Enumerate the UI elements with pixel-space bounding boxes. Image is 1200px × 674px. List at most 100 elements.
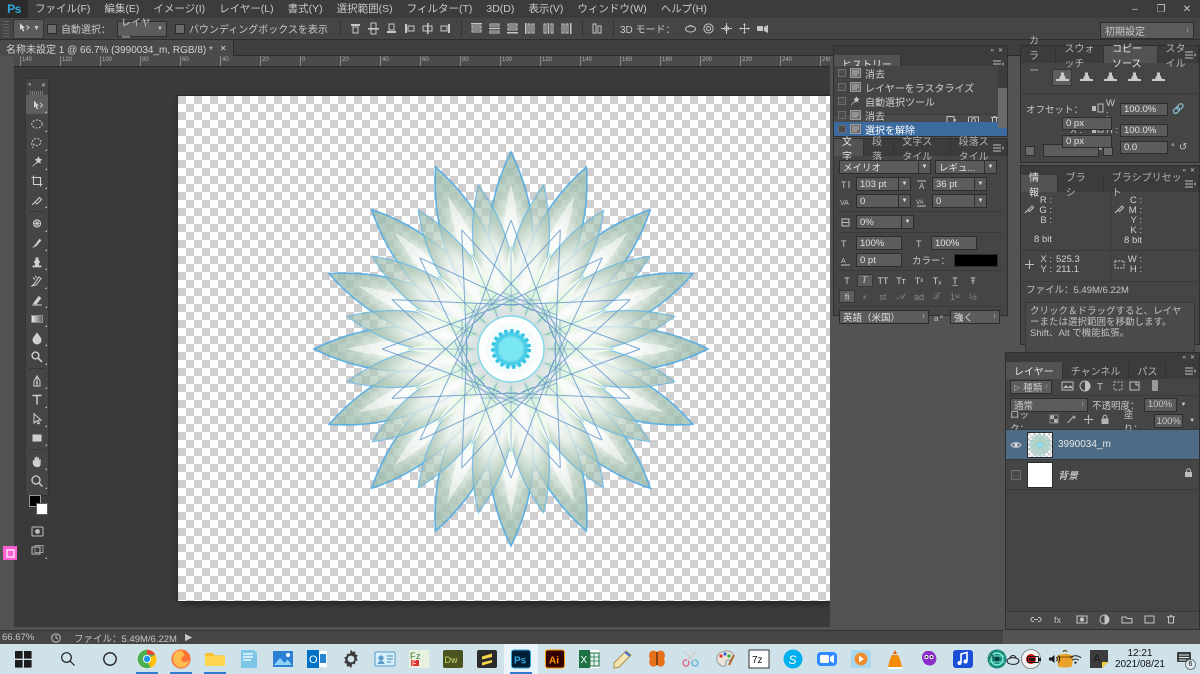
- auto-select-dropdown[interactable]: レイヤー ▼: [116, 18, 167, 44]
- vertical-scale-field[interactable]: 100%: [856, 236, 902, 250]
- scroll-thumb[interactable]: [998, 88, 1007, 128]
- taskbar-sublime-text-button[interactable]: [470, 644, 504, 674]
- menu-item-7[interactable]: 3D(D): [479, 0, 521, 18]
- filter-smart-object-icon[interactable]: [1129, 380, 1141, 395]
- tab-clone-1[interactable]: スウォッチ: [1056, 44, 1105, 70]
- new-group-icon[interactable]: [1121, 614, 1133, 628]
- screen-mode-button[interactable]: [26, 541, 48, 560]
- align-right-edges-button[interactable]: [437, 20, 454, 37]
- hand-tool[interactable]: [26, 452, 48, 471]
- taskbar-file-explorer-button[interactable]: [198, 644, 232, 674]
- lock-all-icon[interactable]: [1100, 414, 1110, 428]
- tab-info-0[interactable]: 情報: [1021, 173, 1058, 199]
- panel-menu-icon[interactable]: [1184, 366, 1196, 376]
- font-style-button-6[interactable]: T̲: [947, 274, 963, 287]
- menu-item-3[interactable]: レイヤー(L): [212, 0, 281, 18]
- font-style-button-5[interactable]: Tₓ: [929, 274, 945, 287]
- new-layer-icon[interactable]: [1144, 614, 1155, 628]
- chevron-down-icon[interactable]: ▼: [901, 216, 913, 228]
- taskbar-ftp-client-button[interactable]: FzF: [402, 644, 436, 674]
- quick-selection-tool[interactable]: [26, 152, 48, 171]
- taskbar-illustrator-button[interactable]: Ai: [538, 644, 572, 674]
- collapse-icon[interactable]: «: [1183, 355, 1186, 361]
- tab-character-0[interactable]: 文字: [834, 137, 865, 163]
- tab-layers-2[interactable]: パス: [1129, 362, 1167, 379]
- tab-info-1[interactable]: ブラシ: [1057, 173, 1104, 199]
- edit-toolbar-button[interactable]: [3, 546, 17, 560]
- distribute-vertical-center-button[interactable]: [486, 20, 503, 37]
- kerning-field[interactable]: 0 ▼: [856, 194, 911, 208]
- font-style-button-2[interactable]: TT: [875, 274, 891, 287]
- chevron-down-icon[interactable]: ▼: [898, 178, 910, 190]
- taskbar-clock[interactable]: 12:21 2021/08/21: [1111, 648, 1169, 670]
- chevron-down-icon[interactable]: ▼: [898, 195, 910, 207]
- path-selection-tool[interactable]: [26, 409, 48, 428]
- taskbar-photoshop-button[interactable]: Ps: [504, 644, 538, 674]
- history-brush-tool[interactable]: [26, 271, 48, 290]
- history-snapshot-checkbox[interactable]: [838, 97, 846, 105]
- clone-y-field[interactable]: 0 px: [1062, 135, 1112, 148]
- 3d-slide-button[interactable]: [736, 20, 753, 37]
- taskbar-media-player-button[interactable]: [844, 644, 878, 674]
- clone-w-field[interactable]: 100.0%: [1120, 102, 1168, 116]
- chevron-down-icon[interactable]: ▼: [974, 195, 986, 207]
- horizontal-scale-field[interactable]: 100%: [931, 236, 977, 250]
- opentype-button-2[interactable]: st: [875, 290, 891, 303]
- baseline-shift-field[interactable]: 0 pt: [856, 253, 902, 267]
- lock-position-icon[interactable]: [1083, 414, 1094, 428]
- taskbar-skype-button[interactable]: S: [776, 644, 810, 674]
- font-style-button-0[interactable]: T: [839, 274, 855, 287]
- options-bar-grip[interactable]: [3, 20, 9, 37]
- layer-row[interactable]: 背景: [1006, 460, 1199, 490]
- history-collapse-bar[interactable]: « ✕: [834, 46, 1007, 55]
- tab-character-2[interactable]: 文字スタイル: [894, 137, 951, 163]
- filter-toggle-switch[interactable]: [1151, 379, 1159, 395]
- taskbar-gimp-button[interactable]: [912, 644, 946, 674]
- leading-field[interactable]: 36 pt ▼: [932, 177, 987, 191]
- clone-source-slot-3[interactable]: [1100, 69, 1120, 86]
- opentype-button-5[interactable]: 𝒯: [929, 290, 945, 303]
- history-item[interactable]: 消去: [834, 66, 1007, 81]
- font-style-button-3[interactable]: Tт: [893, 274, 909, 287]
- clone-source-slot-1[interactable]: [1052, 69, 1072, 86]
- chevron-down-icon[interactable]: ▼: [984, 161, 996, 173]
- clone-source-slot-2[interactable]: [1076, 69, 1096, 86]
- align-bottom-edges-button[interactable]: [383, 20, 400, 37]
- layer-row[interactable]: 3990034_m: [1006, 430, 1199, 460]
- clone-source-slot-5[interactable]: [1148, 69, 1168, 86]
- close-icon[interactable]: ✕: [220, 44, 227, 53]
- filter-pixel-icon[interactable]: [1061, 380, 1074, 395]
- taskbar-zoom-button[interactable]: [810, 644, 844, 674]
- align-vertical-centers-button[interactable]: [365, 20, 382, 37]
- font-style-button-7[interactable]: Ŧ: [965, 274, 981, 287]
- tab-layers-1[interactable]: チャンネル: [1062, 362, 1130, 379]
- align-top-edges-button[interactable]: [347, 20, 364, 37]
- auto-align-layers-button[interactable]: [589, 20, 606, 37]
- canvas-area[interactable]: [14, 67, 830, 627]
- taskbar-music-button[interactable]: [946, 644, 980, 674]
- close-icon[interactable]: ✕: [998, 47, 1003, 54]
- 3d-pan-button[interactable]: [718, 20, 735, 37]
- menu-item-4[interactable]: 書式(Y): [281, 0, 330, 18]
- chevron-down-icon[interactable]: ▼: [918, 161, 930, 173]
- taskbar-photos-button[interactable]: [266, 644, 300, 674]
- link-dimensions-icon[interactable]: 🔗: [1172, 104, 1184, 115]
- taskbar-butterfly-app-button[interactable]: [640, 644, 674, 674]
- history-item[interactable]: 自動選択ツール: [834, 94, 1007, 109]
- filter-shape-icon[interactable]: [1112, 380, 1124, 395]
- quick-mask-button[interactable]: [26, 522, 48, 541]
- clone-overlay-checkbox[interactable]: [1025, 145, 1035, 156]
- taskbar-chrome-button[interactable]: [130, 644, 164, 674]
- opentype-button-3[interactable]: 𝒜: [893, 290, 909, 303]
- background-color-swatch[interactable]: [36, 503, 48, 515]
- eraser-tool[interactable]: [26, 290, 48, 309]
- history-snapshot-checkbox[interactable]: [838, 111, 846, 119]
- link-layers-icon[interactable]: [1030, 614, 1042, 628]
- align-left-edges-button[interactable]: [401, 20, 418, 37]
- notification-center-button[interactable]: 6: [1176, 650, 1196, 670]
- minimize-button[interactable]: –: [1122, 0, 1148, 18]
- pen-tool[interactable]: [26, 371, 48, 390]
- opentype-button-7[interactable]: ½: [965, 290, 981, 303]
- opentype-button-6[interactable]: 1ˢᵗ: [947, 290, 963, 303]
- opacity-field[interactable]: 100%: [1143, 397, 1177, 412]
